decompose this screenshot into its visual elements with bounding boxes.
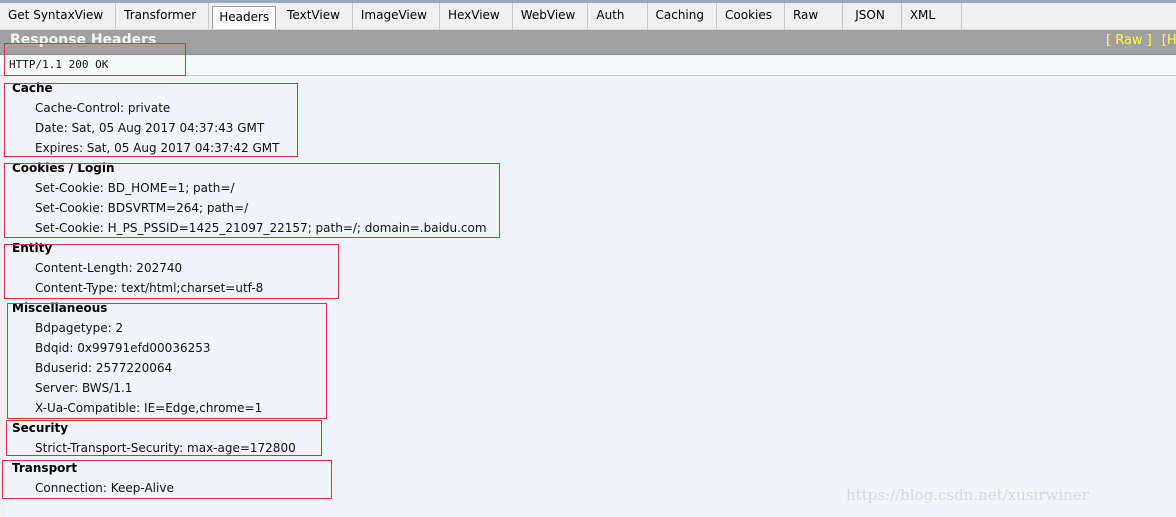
raw-link[interactable]: [ Raw ]: [1106, 33, 1152, 48]
tab-webview[interactable]: WebView: [513, 3, 589, 29]
header-definitions-link[interactable]: [Header Definitions]: [1162, 33, 1176, 48]
group-title[interactable]: Cookies / Login: [12, 161, 115, 175]
tab-headers[interactable]: Headers: [212, 6, 277, 29]
header-row[interactable]: X-Ua-Compatible: IE=Edge,chrome=1: [35, 401, 262, 415]
header-row[interactable]: Bduserid: 2577220064: [35, 361, 172, 375]
header-row[interactable]: Bdqid: 0x99791efd00036253: [35, 341, 211, 355]
inspector-tab-bar: Get SyntaxView Transformer Headers TextV…: [0, 3, 1176, 30]
group-title[interactable]: Entity: [12, 241, 52, 255]
response-headers-title: Response Headers: [10, 32, 157, 48]
group-title[interactable]: Miscellaneous: [12, 301, 107, 315]
header-row[interactable]: Set-Cookie: H_PS_PSSID=1425_21097_22157;…: [35, 221, 487, 235]
header-row[interactable]: Cache-Control: private: [35, 101, 170, 115]
response-headers-bar: Response Headers [ Raw ] [Header Definiti…: [0, 30, 1176, 55]
tab-caching[interactable]: Caching: [648, 3, 717, 29]
status-line: HTTP/1.1 200 OK: [9, 58, 109, 71]
tab-get-syntaxview[interactable]: Get SyntaxView: [0, 3, 117, 29]
group-title[interactable]: Security: [12, 421, 68, 435]
left-gutter: [0, 76, 5, 517]
header-row[interactable]: Server: BWS/1.1: [35, 381, 132, 395]
group-title[interactable]: Transport: [12, 461, 77, 475]
header-row[interactable]: Content-Type: text/html;charset=utf-8: [35, 281, 263, 295]
header-row[interactable]: Set-Cookie: BDSVRTM=264; path=/: [35, 201, 248, 215]
status-line-row: HTTP/1.1 200 OK: [0, 55, 1176, 76]
tab-imageview[interactable]: ImageView: [353, 3, 440, 29]
group-title[interactable]: Cache: [12, 81, 53, 95]
tab-json[interactable]: JSON: [843, 3, 902, 29]
tab-textview[interactable]: TextView: [279, 3, 353, 29]
header-row[interactable]: Content-Length: 202740: [35, 261, 182, 275]
tab-raw[interactable]: Raw: [785, 3, 844, 29]
tab-hexview[interactable]: HexView: [440, 3, 513, 29]
header-row[interactable]: Set-Cookie: BD_HOME=1; path=/: [35, 181, 234, 195]
header-row[interactable]: Date: Sat, 05 Aug 2017 04:37:43 GMT: [35, 121, 264, 135]
header-row[interactable]: Expires: Sat, 05 Aug 2017 04:37:42 GMT: [35, 141, 279, 155]
tab-auth[interactable]: Auth: [588, 3, 648, 29]
watermark-text: https://blog.csdn.net/xusirwiner: [846, 486, 1089, 504]
header-row[interactable]: Connection: Keep-Alive: [35, 481, 174, 495]
header-row[interactable]: Bdpagetype: 2: [35, 321, 123, 335]
header-row[interactable]: Strict-Transport-Security: max-age=17280…: [35, 441, 296, 455]
tab-cookies[interactable]: Cookies: [717, 3, 785, 29]
tab-transformer[interactable]: Transformer: [116, 3, 210, 29]
header-bar-links: [ Raw ] [Header Definitions]: [1106, 33, 1176, 48]
tab-xml[interactable]: XML: [902, 3, 963, 29]
